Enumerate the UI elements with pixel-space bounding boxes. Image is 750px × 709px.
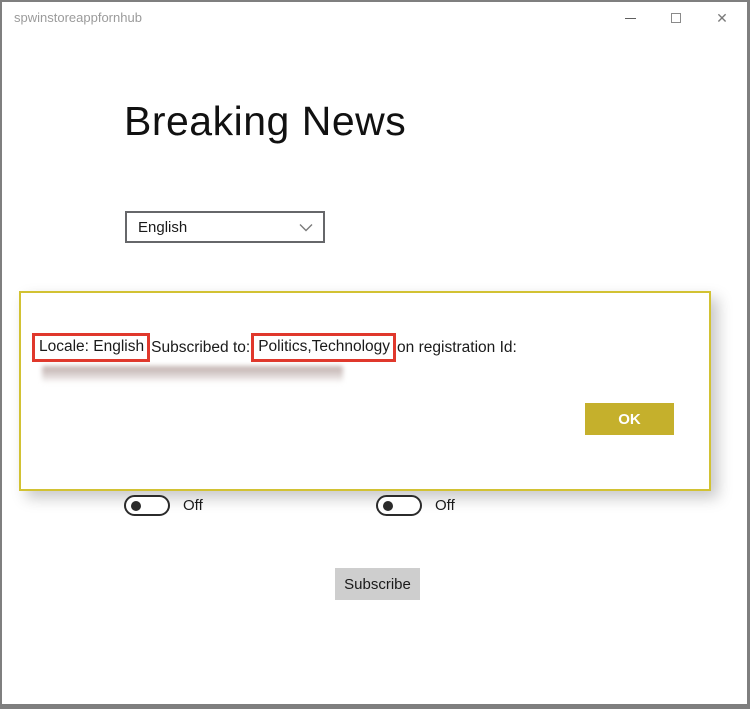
maximize-button[interactable]: [653, 2, 699, 34]
topics-text: Politics,Technology: [258, 338, 391, 355]
toggle-switch-1[interactable]: [124, 495, 170, 516]
ok-button[interactable]: OK: [585, 403, 674, 435]
minimize-icon: [624, 17, 636, 19]
topics-highlight-box: Politics,Technology: [251, 333, 397, 362]
minimize-button[interactable]: [607, 2, 653, 34]
window-title: spwinstoreappfornhub: [14, 10, 142, 25]
locale-text: Locale: English: [39, 338, 145, 355]
close-button[interactable]: ✕: [699, 2, 745, 34]
toggle-knob-icon: [383, 500, 393, 511]
toggle-2-state-label: Off: [435, 497, 455, 514]
language-select-value: English: [138, 218, 188, 236]
maximize-icon: [671, 13, 681, 23]
registration-id-redacted: [42, 366, 343, 383]
app-window: spwinstoreappfornhub ✕ Breaking News Eng…: [0, 0, 750, 709]
subscription-dialog: Locale: English Subscribed to: Politics,Te…: [19, 291, 711, 491]
locale-highlight-box: Locale: English: [32, 333, 151, 362]
subscribed-text: Subscribed to:: [151, 338, 251, 356]
window-controls: ✕: [607, 2, 745, 34]
toggle-knob-icon: [131, 500, 141, 511]
registration-text: on registration Id:: [397, 338, 517, 356]
close-icon: ✕: [716, 10, 728, 26]
chevron-down-icon: [299, 223, 313, 232]
language-select[interactable]: English: [125, 211, 325, 243]
toggle-switch-2[interactable]: [376, 495, 422, 516]
dialog-message: Locale: English Subscribed to: Politics,Te…: [32, 333, 517, 362]
subscribe-button[interactable]: Subscribe: [335, 568, 420, 600]
page-title: Breaking News: [124, 98, 407, 144]
toggle-1-state-label: Off: [183, 497, 203, 514]
title-bar: spwinstoreappfornhub ✕: [2, 2, 747, 34]
